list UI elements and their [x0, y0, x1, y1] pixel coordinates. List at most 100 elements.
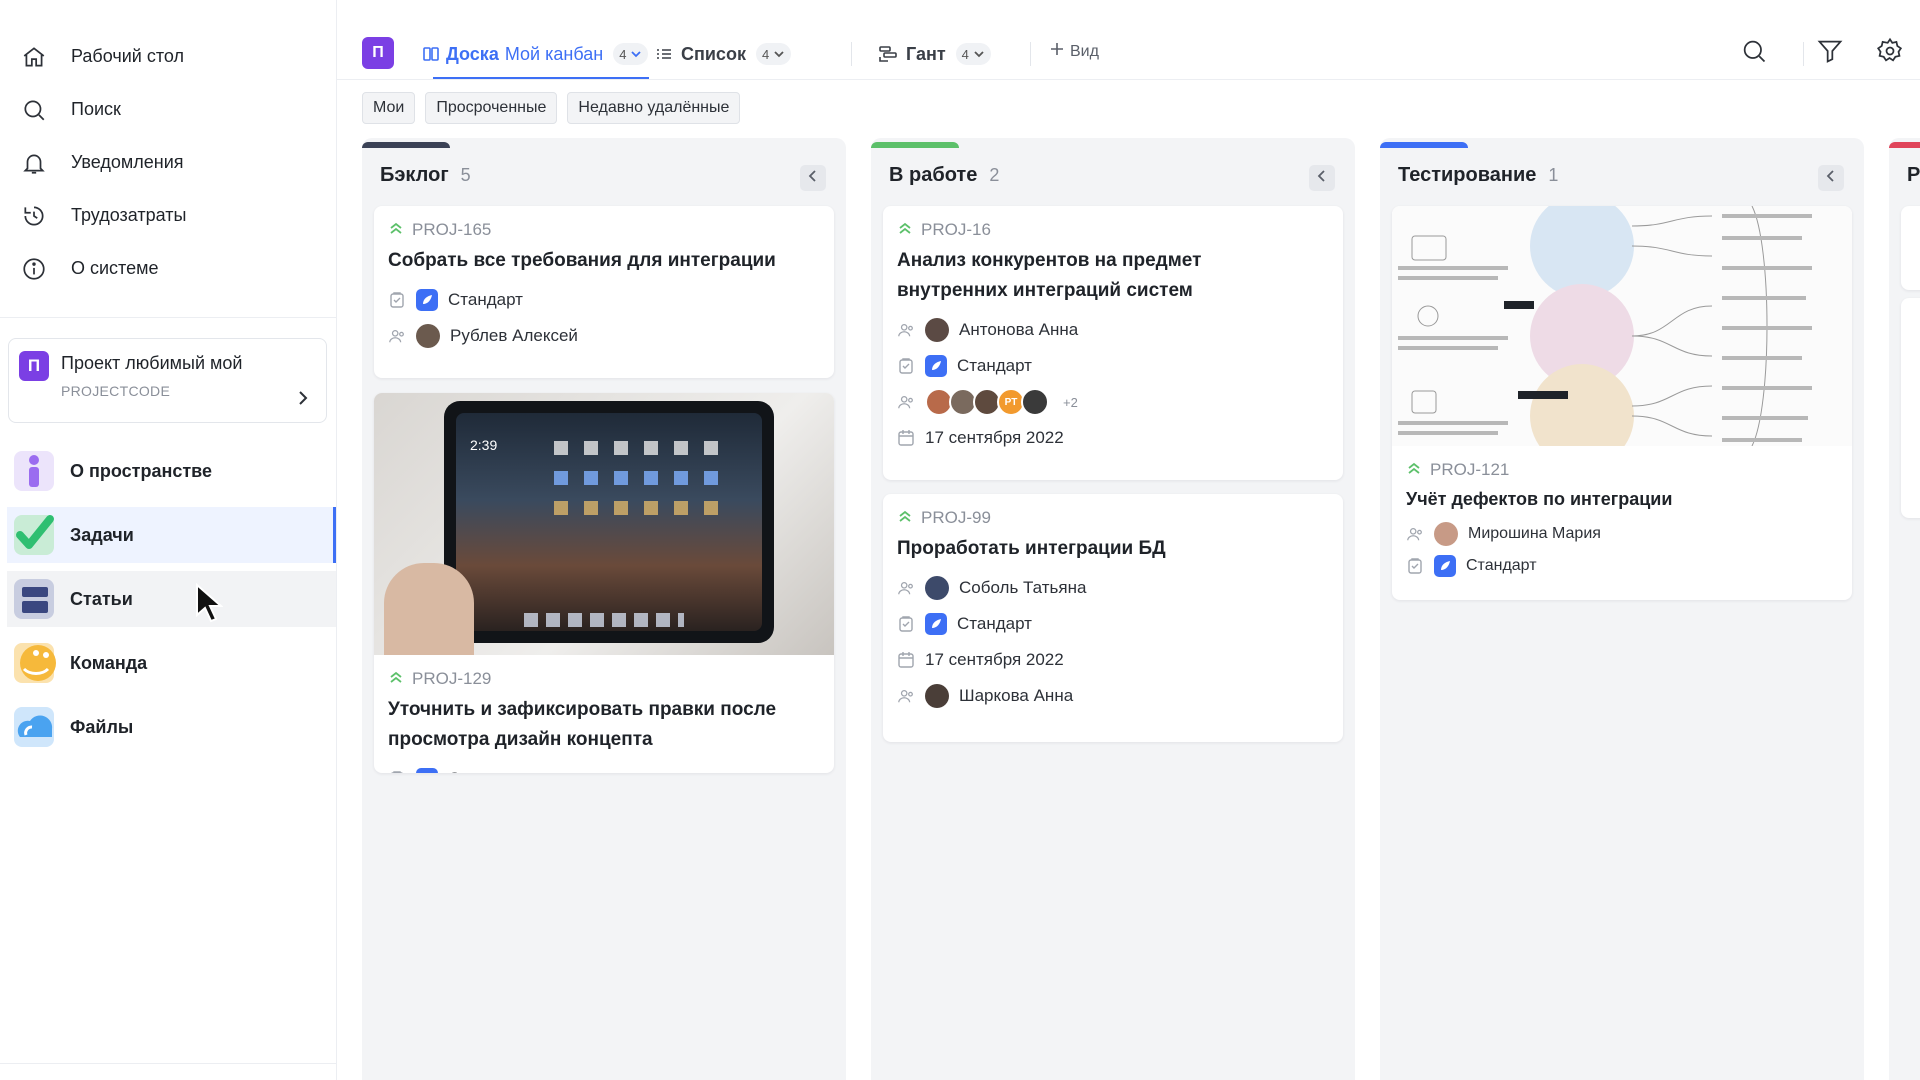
space-label: Файлы	[70, 716, 134, 737]
task-type-row: Стандарт	[897, 606, 1329, 642]
main-area: П Доска Мой канбан 4 Список 4 Гант 4 Вид…	[337, 0, 1920, 1080]
task-assignee: Мирошина Мария	[1468, 525, 1601, 542]
sidebar-item-articles[interactable]: Статьи	[7, 571, 336, 627]
history-icon	[20, 202, 48, 230]
doc-tile-icon	[12, 577, 56, 621]
column-color-bar	[362, 142, 450, 148]
sidebar-item-team[interactable]: Команда	[7, 635, 336, 691]
tab-board-sublabel: Мой канбан	[504, 43, 604, 64]
task-card-proj-16[interactable]: PROJ-16 Анализ конкурентов на предмет вн…	[883, 206, 1343, 480]
collapse-column-button[interactable]	[1309, 165, 1335, 191]
collapse-column-button[interactable]	[1818, 165, 1844, 191]
filter-overdue[interactable]: Просроченные	[425, 92, 558, 124]
task-date-row: 17 сентября 2022	[897, 642, 1329, 678]
space-label: Команда	[70, 652, 148, 673]
space-label: Статьи	[70, 588, 133, 609]
filter-mine[interactable]: Мои	[362, 92, 416, 124]
clipboard-icon	[1406, 557, 1424, 575]
task-title: Анализ конкурентов на предмет внутренних…	[897, 246, 1329, 306]
filter-recently-deleted[interactable]: Недавно удалённые	[567, 92, 741, 124]
type-feather-icon	[416, 289, 438, 311]
add-view-button[interactable]: Вид	[1050, 42, 1099, 61]
chevron-down-icon	[973, 47, 985, 62]
tab-list[interactable]: Список 4	[655, 40, 792, 68]
column-count: 1	[1548, 165, 1559, 185]
task-type-row: Стандарт	[897, 348, 1329, 384]
mouse-cursor-icon	[195, 582, 224, 628]
tab-gantt[interactable]: Гант 4	[878, 40, 991, 68]
sidebar-item-tasks[interactable]: Задачи	[7, 507, 336, 563]
sidebar-item-timesheets[interactable]: Трудозатраты	[0, 189, 336, 242]
task-key-text: PROJ-165	[412, 220, 492, 239]
chevron-left-icon	[1317, 169, 1327, 188]
quick-filters: Мои Просроченные Недавно удалённые	[362, 92, 741, 124]
users-icon	[897, 393, 915, 411]
space-label: Задачи	[70, 524, 134, 545]
home-icon	[20, 43, 48, 71]
task-author-row: Антонова Анна	[897, 312, 1329, 348]
sidebar-item-space-about[interactable]: О пространстве	[7, 443, 336, 499]
sidebar-item-about[interactable]: О системе	[0, 242, 336, 295]
task-key: PROJ-165	[388, 220, 820, 240]
avatar	[1434, 522, 1458, 546]
gear-icon	[1876, 37, 1904, 70]
sidebar-item-files[interactable]: Файлы	[7, 699, 336, 755]
tab-gantt-count[interactable]: 4	[955, 43, 991, 65]
type-feather-icon	[416, 768, 438, 773]
users-icon	[897, 321, 915, 339]
column-testing: Тестирование 1 PROJ-121 Учёт дефектов по…	[1380, 138, 1864, 1080]
column-backlog: Бэклог 5 PROJ-165 Собрать все требования…	[362, 138, 846, 1080]
chevron-left-icon	[808, 169, 818, 188]
column-next-partial: Р	[1889, 138, 1920, 1080]
gantt-icon	[878, 45, 898, 63]
task-key-text: PROJ-129	[412, 669, 492, 688]
avatar-stack: PT	[925, 388, 1049, 416]
project-badge-small[interactable]: П	[362, 37, 394, 69]
more-watchers: +2	[1063, 394, 1078, 410]
sidebar-item-search[interactable]: Поиск	[0, 83, 336, 136]
task-key: PROJ-16	[897, 220, 1329, 240]
task-card-proj-129[interactable]: 2:39 PROJ-129 Уточнить и зафиксировать п…	[374, 393, 834, 773]
search-icon	[20, 96, 48, 124]
chevron-down-icon	[773, 47, 785, 62]
tablet-clock: 2:39	[470, 437, 498, 453]
priority-up-icon	[1406, 460, 1422, 480]
clipboard-icon	[897, 615, 915, 633]
search-button[interactable]	[1739, 38, 1769, 68]
sidebar-item-notifications[interactable]: Уведомления	[0, 136, 336, 189]
project-switcher[interactable]: П Проект любимый мой PROJECTCODE	[8, 338, 327, 423]
task-type-row: Стандарт	[388, 761, 820, 773]
plus-icon	[1050, 42, 1064, 61]
task-assignee-row: Шаркова Анна	[897, 678, 1329, 714]
priority-up-icon	[388, 669, 404, 689]
column-header: В работе 2	[889, 164, 999, 187]
task-card-partial[interactable]	[1901, 206, 1920, 290]
sidebar-item-desktop[interactable]: Рабочий стол	[0, 30, 336, 83]
tab-list-count[interactable]: 4	[755, 43, 792, 65]
mindmap-illustration	[1398, 206, 1812, 446]
tab-board-label: Доска	[446, 43, 499, 64]
task-card-proj-165[interactable]: PROJ-165 Собрать все требования для инте…	[374, 206, 834, 378]
task-assignee-row: Мирошина Мария	[1406, 518, 1838, 550]
task-key: PROJ-99	[897, 508, 1329, 528]
tab-board-count[interactable]: 4	[613, 43, 649, 65]
task-date: 17 сентября 2022	[925, 650, 1064, 669]
task-type: Стандарт	[957, 614, 1032, 633]
column-header: Р	[1907, 164, 1920, 187]
count-value: 4	[619, 46, 627, 62]
task-card-partial[interactable]	[1901, 298, 1920, 518]
tab-board[interactable]: Доска Мой канбан 4	[422, 40, 649, 68]
column-title: Р	[1907, 164, 1920, 186]
task-title: Проработать интеграции БД	[897, 538, 1166, 559]
column-in-progress: В работе 2 PROJ-16 Анализ конкурентов на…	[871, 138, 1355, 1080]
settings-button[interactable]	[1875, 37, 1905, 70]
task-key: PROJ-121	[1406, 460, 1838, 480]
divider	[1030, 42, 1031, 66]
collapse-column-button[interactable]	[800, 165, 826, 191]
app-root: Рабочий стол Поиск Уведомления Трудозатр…	[0, 0, 1920, 1080]
task-type: Стандарт	[448, 769, 523, 773]
project-name: Проект любимый мой	[61, 353, 243, 373]
task-card-proj-99[interactable]: PROJ-99 Проработать интеграции БД Соболь…	[883, 494, 1343, 742]
task-card-proj-121[interactable]: PROJ-121 Учёт дефектов по интеграции Мир…	[1392, 206, 1852, 600]
filter-button[interactable]	[1815, 38, 1845, 68]
